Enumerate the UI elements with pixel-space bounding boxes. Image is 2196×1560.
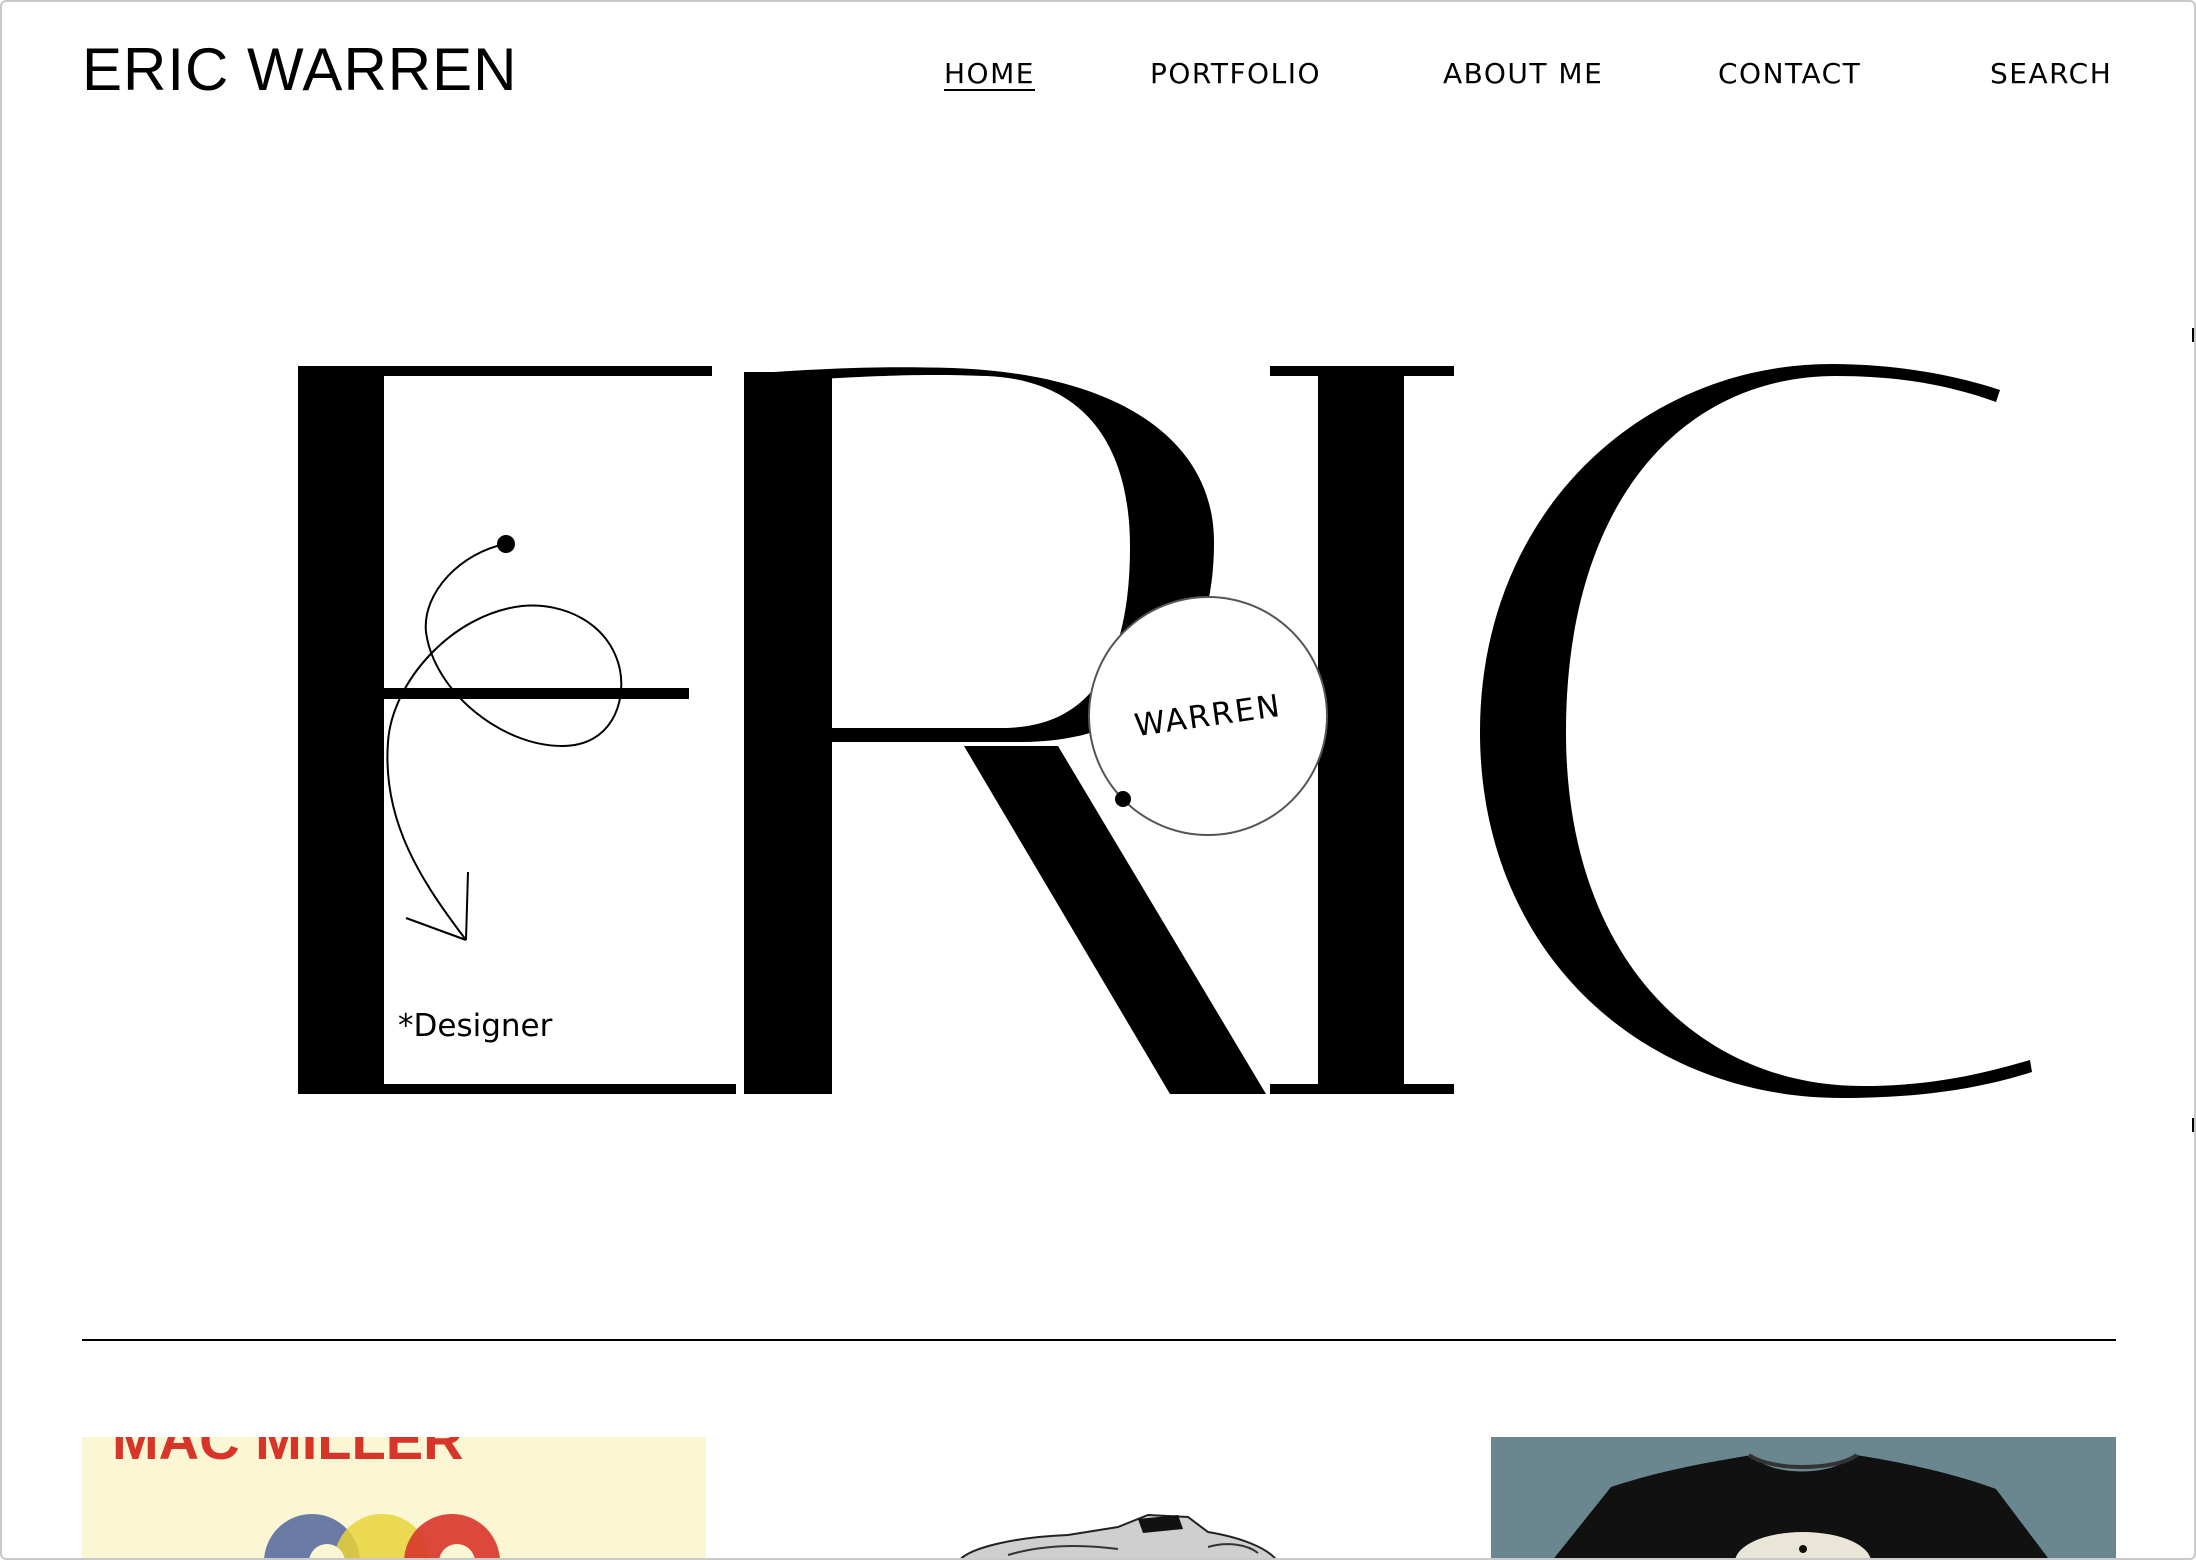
squiggle-start-dot [497,535,515,553]
sneaker-sketch-thumbnail-icon [788,1437,1412,1558]
poster-thumbnail-icon: MAC MILLER [82,1437,706,1558]
section-divider [82,1339,2116,1341]
hero-letter-c [1480,364,2032,1098]
designer-annotation: *Designer [398,1008,553,1044]
tshirt-thumbnail-icon [1491,1437,2116,1558]
portfolio-card-tshirt[interactable] [1491,1437,2116,1558]
scroll-marker-top [2192,328,2194,342]
portfolio-card-poster[interactable]: MAC MILLER [82,1437,706,1558]
squiggle-arrow-icon [386,543,623,941]
hero-graphic: WARREN *Designer [298,364,2032,1098]
poster-title-fragment: MAC MILLER [112,1437,464,1471]
browser-frame: ERIC WARREN HOME PORTFOLIO ABOUT ME CONT… [0,0,2196,1560]
badge-dot [1115,791,1131,807]
hero-letter-e [298,366,736,1094]
scroll-marker-bottom [2192,1118,2194,1132]
portfolio-card-sneaker[interactable] [788,1437,1412,1558]
warren-circle-badge[interactable]: WARREN [1088,596,1328,836]
